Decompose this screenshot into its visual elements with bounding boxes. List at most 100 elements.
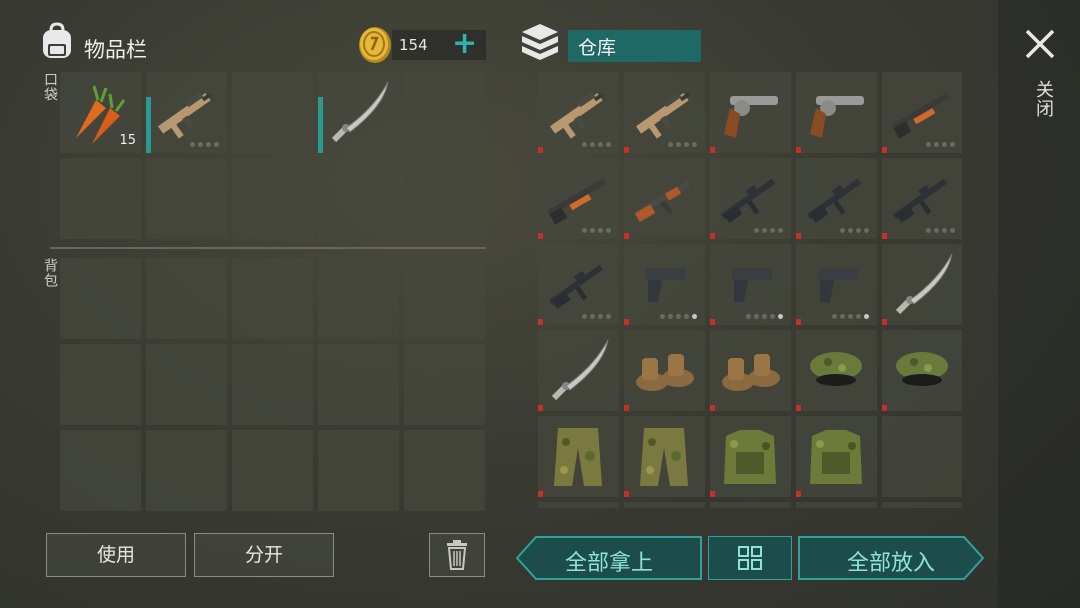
durability-bar: [710, 233, 715, 239]
close-icon[interactable]: [1024, 28, 1056, 60]
pocket-slot[interactable]: 15: [60, 72, 141, 153]
storage-slot[interactable]: [624, 158, 705, 239]
storage-slot[interactable]: [538, 416, 619, 497]
durability-bar: [796, 319, 801, 325]
item-quantity: 15: [119, 133, 136, 148]
backpack-slot[interactable]: [318, 344, 399, 425]
storage-slot[interactable]: [882, 330, 962, 411]
storage-slot[interactable]: [538, 330, 619, 411]
backpack-slot[interactable]: [404, 258, 485, 339]
camo-cap-icon: [896, 352, 948, 386]
ak-rifle-icon: [633, 180, 691, 223]
storage-slot[interactable]: [538, 72, 619, 153]
close-label[interactable]: 关闭: [1030, 80, 1056, 118]
pocket-slot[interactable]: [404, 72, 485, 153]
durability-bar: [146, 97, 151, 153]
storage-slot[interactable]: [710, 158, 791, 239]
take-all-button[interactable]: 全部拿上: [516, 536, 702, 580]
durability-bar: [710, 147, 715, 153]
storage-slot[interactable]: [796, 244, 877, 325]
storage-slot[interactable]: [882, 502, 962, 508]
backpack-slot[interactable]: [146, 344, 227, 425]
durability-bar: [796, 405, 801, 411]
pocket-slot[interactable]: [146, 72, 227, 153]
pocket-slot[interactable]: [318, 158, 399, 239]
coin-icon: [359, 27, 391, 63]
pocket-slot[interactable]: [318, 72, 399, 153]
backpack-slot[interactable]: [60, 344, 141, 425]
storage-slot[interactable]: [882, 158, 962, 239]
storage-slot[interactable]: [538, 158, 619, 239]
backpack-icon: [43, 22, 71, 58]
trash-button[interactable]: [429, 533, 485, 577]
pocket-label: 口袋: [42, 72, 58, 102]
upgrade-dots: [660, 314, 697, 319]
machete-icon: [551, 339, 609, 401]
durability-bar: [538, 233, 543, 239]
camo-pants-icon: [640, 428, 688, 486]
backpack-slot[interactable]: [60, 430, 141, 511]
storage-slot[interactable]: [538, 244, 619, 325]
storage-slot[interactable]: [624, 330, 705, 411]
backpack-slot[interactable]: [232, 430, 313, 511]
durability-bar: [882, 319, 887, 325]
storage-slot[interactable]: [710, 502, 791, 508]
use-button[interactable]: 使用: [46, 533, 186, 577]
storage-slot[interactable]: [624, 72, 705, 153]
storage-slot[interactable]: [710, 330, 791, 411]
m16-rifle-icon: [720, 178, 776, 223]
pocket-slot[interactable]: [232, 72, 313, 153]
backpack-slot[interactable]: [146, 258, 227, 339]
pistol-icon: [818, 268, 858, 302]
storage-slot[interactable]: [796, 330, 877, 411]
trash-icon: [447, 540, 467, 570]
storage-slot[interactable]: [796, 72, 877, 153]
backpack-slot[interactable]: [318, 430, 399, 511]
upgrade-dots: [926, 142, 955, 147]
durability-bar: [538, 319, 543, 325]
m16-rifle-icon: [806, 178, 862, 223]
storage-slot[interactable]: [796, 502, 877, 508]
storage-slot[interactable]: [624, 502, 705, 508]
put-all-label: 全部放入: [846, 551, 935, 576]
storage-title: 仓库: [568, 30, 701, 62]
storage-slot[interactable]: [882, 416, 962, 497]
backpack-slot[interactable]: [146, 430, 227, 511]
storage-slot[interactable]: [710, 72, 791, 153]
pocket-slot[interactable]: [146, 158, 227, 239]
backpack-slot[interactable]: [232, 258, 313, 339]
assault-rifle-tan-icon: [635, 92, 691, 139]
pocket-slot[interactable]: [404, 158, 485, 239]
storage-slot[interactable]: [710, 416, 791, 497]
split-button[interactable]: 分开: [194, 533, 334, 577]
backpack-slot[interactable]: [404, 344, 485, 425]
pocket-slot[interactable]: [232, 158, 313, 239]
pocket-slot[interactable]: [60, 158, 141, 239]
backpack-slot[interactable]: [404, 430, 485, 511]
storage-slot[interactable]: [882, 244, 962, 325]
durability-bar: [624, 491, 629, 497]
add-coins-button[interactable]: +: [452, 29, 477, 59]
storage-slot[interactable]: [624, 244, 705, 325]
backpack-slot[interactable]: [232, 344, 313, 425]
put-all-button[interactable]: 全部放入: [798, 536, 984, 580]
backpack-slot[interactable]: [60, 258, 141, 339]
backpack-slot[interactable]: [318, 258, 399, 339]
revolver-icon: [724, 96, 778, 138]
upgrade-dots: [582, 314, 611, 319]
upgrade-dots: [746, 314, 783, 319]
divider: [50, 247, 486, 249]
backpack-label: 背包: [42, 258, 58, 288]
durability-bar: [624, 405, 629, 411]
camo-pants-icon: [554, 428, 602, 486]
storage-slot[interactable]: [710, 244, 791, 325]
storage-slot[interactable]: [882, 72, 962, 153]
storage-grid: [538, 72, 962, 508]
grid-view-icon: [738, 546, 762, 570]
grid-view-button[interactable]: [708, 536, 792, 580]
storage-slot[interactable]: [624, 416, 705, 497]
upgrade-dots: [668, 142, 697, 147]
storage-slot[interactable]: [538, 502, 619, 508]
storage-slot[interactable]: [796, 158, 877, 239]
storage-slot[interactable]: [796, 416, 877, 497]
